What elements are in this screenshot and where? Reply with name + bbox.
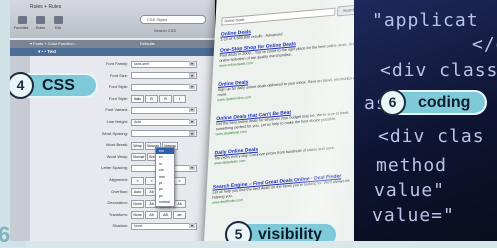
property-option-button[interactable]: I bbox=[173, 95, 186, 104]
property-value-field[interactable] bbox=[131, 72, 197, 80]
toolbar-label: Rules bbox=[36, 26, 45, 30]
property-option-button[interactable]: Italic bbox=[131, 95, 144, 104]
css-property-row: Shadow: None ▾ bbox=[34, 221, 214, 230]
property-label: Alignment: bbox=[109, 177, 128, 182]
search-result: Online Deals that Can’t Be Beat Get the b… bbox=[215, 103, 364, 137]
search-result: Search Engine – Find Great Deals Online … bbox=[212, 172, 361, 204]
property-label: Word Wrap: bbox=[106, 153, 128, 159]
search-result: Daily Online Deals Top picks every day. C… bbox=[214, 137, 363, 166]
callout-coding: 6 coding bbox=[379, 89, 487, 116]
css-property-row: Letter Spacing: ▾ bbox=[34, 163, 214, 172]
search-result: Online Deals Sign up for daily online dea… bbox=[217, 69, 366, 103]
callout-visibility: 5 visibility bbox=[225, 221, 338, 241]
chevron-down-icon[interactable]: ▾ bbox=[189, 130, 195, 136]
chevron-down-icon[interactable]: ▾ bbox=[189, 223, 195, 229]
toolbar-label: Edit bbox=[55, 26, 62, 30]
screenshot-collage: Rules + Rules Favorites Rules Edit CSS S… bbox=[10, 0, 497, 241]
css-property-row: Word Break: Wrap Nowrap Nowrap bbox=[34, 140, 214, 150]
callout-label: CSS bbox=[42, 77, 75, 94]
property-option-button[interactable]: Wrap bbox=[131, 141, 144, 150]
code-line: value" bbox=[374, 180, 446, 201]
property-value-field[interactable] bbox=[131, 130, 197, 138]
property-value-field[interactable]: sans-serif bbox=[131, 60, 197, 68]
property-label: Font Size: bbox=[109, 72, 128, 78]
defaults-link[interactable]: Defaults bbox=[140, 40, 155, 48]
property-option-button[interactable]: Auto bbox=[131, 188, 144, 197]
callout-number: 6 bbox=[379, 89, 406, 116]
property-option-button[interactable]: None bbox=[131, 199, 144, 208]
code-line: method bbox=[376, 155, 448, 176]
rules-icon[interactable] bbox=[36, 16, 45, 24]
property-option-button[interactable]: None bbox=[131, 211, 144, 220]
property-label: Transform: bbox=[108, 211, 128, 217]
callout-number: 5 bbox=[225, 221, 252, 241]
code-line: "applicat bbox=[372, 10, 479, 31]
property-button-group: None Ab AB ab bbox=[131, 211, 186, 220]
chevron-down-icon[interactable]: ▾ bbox=[189, 84, 195, 90]
property-option-button[interactable]: ab bbox=[173, 211, 186, 220]
word-spacing-unit-menu[interactable]: em ex in cm mm pt pc px normal bbox=[155, 147, 175, 207]
property-value-field[interactable] bbox=[131, 106, 197, 114]
callout-number: 4 bbox=[10, 72, 34, 99]
property-label: Letter Spacing: bbox=[101, 165, 128, 171]
css-search-input[interactable]: CSS Styles bbox=[140, 15, 206, 24]
code-panel: "applicat </div <div class as <div clas … bbox=[354, 0, 497, 241]
favorites-icon[interactable] bbox=[18, 16, 27, 24]
property-label: Line Height: bbox=[106, 119, 128, 124]
property-label: Shadow: bbox=[112, 223, 128, 229]
search-label: Search CSS bbox=[154, 28, 177, 33]
css-property-row: Decoration:NoneAbAbAb bbox=[34, 198, 214, 208]
browser-window: Online Deals Search Online Deals 1-10 of … bbox=[203, 0, 373, 241]
property-label: Word Spacing: bbox=[101, 130, 128, 136]
css-property-row: Transform: None Ab AB ab bbox=[34, 210, 214, 220]
chevron-down-icon[interactable]: ▾ bbox=[189, 61, 195, 66]
property-label: Decoration: bbox=[107, 200, 128, 206]
inspector-toolbar: Rules + Rules Favorites Rules Edit CSS S… bbox=[10, 0, 215, 38]
property-value-field[interactable]: Auto bbox=[131, 118, 197, 126]
property-option-button[interactable]: ≡ bbox=[131, 176, 144, 185]
code-line: </div bbox=[472, 34, 497, 55]
css-property-row: Font Family: sans-serif ▾ bbox=[34, 59, 214, 68]
window-title: Rules + Rules bbox=[30, 4, 62, 10]
chevron-down-icon[interactable]: ▾ bbox=[189, 107, 195, 113]
property-label: Font Variant: bbox=[105, 107, 128, 113]
page-number: 6 bbox=[0, 222, 11, 247]
property-label: Word Break: bbox=[105, 142, 128, 148]
property-label: Font Family: bbox=[105, 61, 128, 66]
callout-css: 4 CSS bbox=[10, 72, 98, 99]
property-option-button[interactable]: B bbox=[145, 95, 158, 104]
property-option-button[interactable]: AB bbox=[159, 211, 172, 220]
chevron-down-icon[interactable]: ▾ bbox=[189, 119, 195, 124]
code-line: <div clas bbox=[378, 126, 485, 147]
toolbar-label: Favorites bbox=[14, 26, 29, 30]
selector-path-bar[interactable]: ▾ Fonts + Color Function... bbox=[10, 40, 215, 48]
code-line: value=" bbox=[372, 205, 455, 226]
property-value-field[interactable] bbox=[131, 83, 197, 91]
css-property-row: Font Variant: ▾ bbox=[34, 105, 214, 114]
callout-label: visibility bbox=[258, 226, 323, 241]
property-option-button[interactable]: B bbox=[159, 95, 172, 104]
css-property-row: Word Spacing: ▾ bbox=[34, 129, 214, 138]
property-label: Font Style: bbox=[108, 84, 128, 90]
css-inspector-panel: Rules + Rules Favorites Rules Edit CSS S… bbox=[10, 0, 215, 241]
css-property-row: Overflow:AutoAbAb bbox=[34, 187, 214, 197]
callout-label: coding bbox=[418, 94, 471, 111]
css-property-row: Alignment:≡≡≡≡ bbox=[34, 175, 214, 185]
property-option-button[interactable]: Ab bbox=[145, 211, 158, 220]
css-property-row: Line Height: Auto ▾ bbox=[34, 117, 214, 126]
property-option-button[interactable]: Normal bbox=[131, 153, 147, 162]
menu-item[interactable]: normal bbox=[156, 199, 174, 205]
edit-icon[interactable] bbox=[54, 16, 63, 24]
chevron-down-icon[interactable]: ▾ bbox=[189, 72, 195, 78]
css-property-row: Word Wrap: Normal Break bbox=[34, 152, 214, 162]
code-line: <div class bbox=[380, 60, 497, 81]
property-value-field[interactable]: None bbox=[131, 222, 197, 230]
property-button-group: Italic B B I bbox=[131, 95, 186, 104]
text-section-header[interactable]: ▾ • • Text bbox=[10, 48, 215, 56]
chevron-down-icon[interactable]: ▾ bbox=[189, 165, 195, 171]
property-label: Overflow: bbox=[111, 188, 128, 194]
property-label: Font Style: bbox=[108, 95, 128, 101]
